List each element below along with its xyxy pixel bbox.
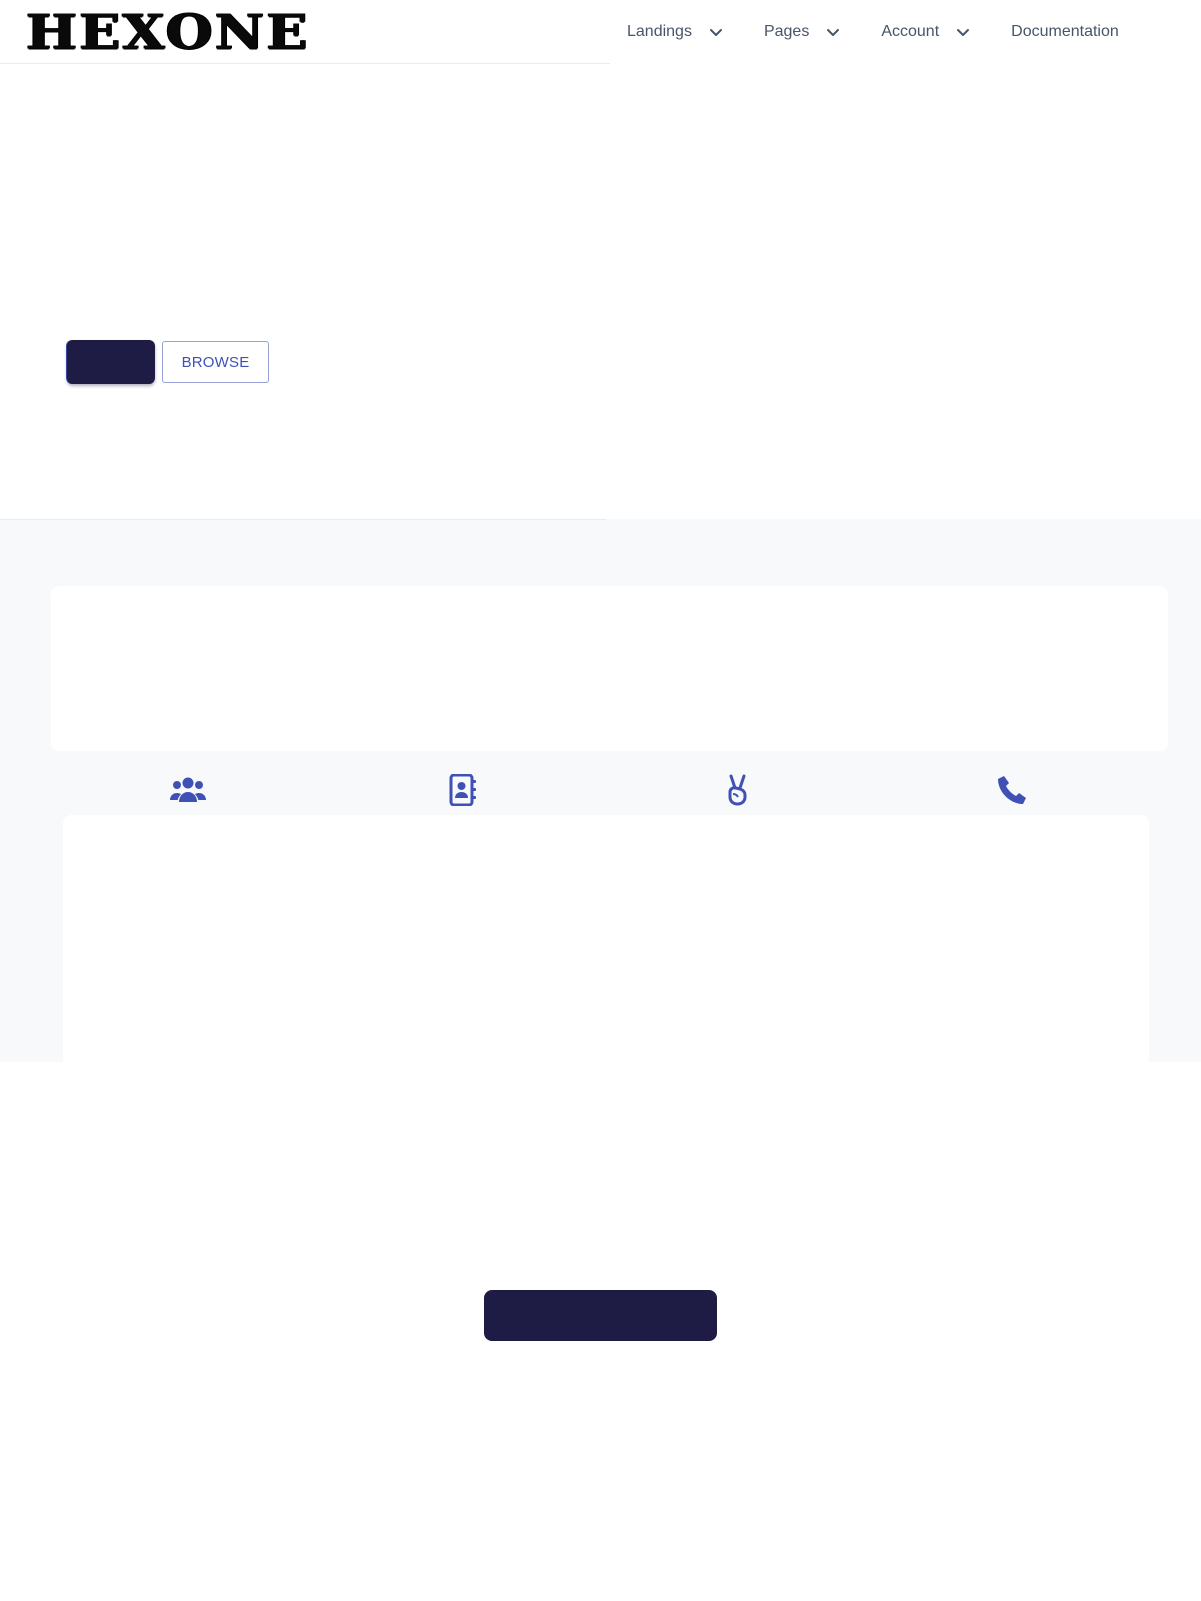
page: HEXONE Landings Pages Account Documentat… [0, 0, 1201, 1601]
logo[interactable]: HEXONE [26, 8, 310, 56]
users-icon [168, 770, 208, 810]
chevron-down-icon [951, 20, 975, 44]
info-card [51, 586, 1168, 751]
feature-icons-row [0, 770, 1201, 810]
address-book-icon [443, 770, 483, 810]
hero-divider [0, 519, 606, 520]
chevron-down-icon [704, 20, 728, 44]
nav-item-pages[interactable]: Pages [748, 0, 861, 64]
chevron-down-icon [821, 20, 845, 44]
phone-icon [992, 770, 1032, 810]
browse-button[interactable]: BROWSE [162, 341, 269, 383]
main-nav: Landings Pages Account Documentation [611, 0, 1135, 64]
nav-item-label: Landings [627, 23, 692, 40]
nav-item-account[interactable]: Account [865, 0, 991, 64]
nav-item-label: Pages [763, 23, 810, 40]
cta-button[interactable] [484, 1290, 717, 1341]
hero-section [0, 64, 1201, 519]
nav-item-label: Account [881, 23, 940, 40]
site-header: HEXONE Landings Pages Account Documentat… [0, 0, 1201, 64]
peace-hand-icon [718, 770, 758, 810]
hero-primary-button[interactable] [67, 340, 155, 384]
content-card [63, 815, 1149, 1062]
nav-item-documentation[interactable]: Documentation [995, 0, 1135, 64]
nav-item-landings[interactable]: Landings [611, 0, 744, 64]
nav-item-label: Documentation [1011, 23, 1119, 40]
